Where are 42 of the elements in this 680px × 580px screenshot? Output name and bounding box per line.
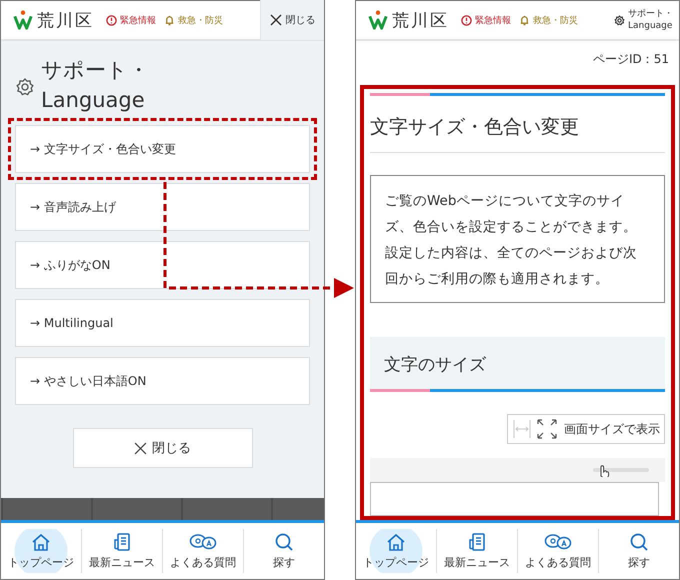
- logo-text[interactable]: 荒川区: [37, 8, 94, 32]
- speech-bubbles-icon: [189, 532, 217, 552]
- home-icon: [31, 532, 51, 552]
- gear-icon: [15, 77, 35, 97]
- logo-icon: [368, 10, 388, 30]
- header-link[interactable]: 緊急情報: [461, 14, 511, 26]
- menu-title: サポート・ Language: [41, 57, 149, 114]
- bell-icon: [164, 14, 175, 26]
- hand-pointer-icon: [591, 463, 651, 477]
- newspaper-icon: [112, 532, 132, 552]
- fit-screen-button[interactable]: 画面サイズで表示: [507, 414, 665, 444]
- search-icon: [274, 532, 294, 552]
- section-heading: 文字のサイズ: [370, 337, 665, 389]
- menu-item[interactable]: → 文字サイズ・色合い変更: [8, 118, 317, 180]
- nav-tab[interactable]: 最新ニュース: [437, 529, 518, 573]
- close-button[interactable]: 閉じる: [72, 428, 252, 468]
- header-link[interactable]: 緊急情報: [106, 14, 156, 26]
- close-tab[interactable]: 閉じる: [260, 0, 324, 40]
- logo-text[interactable]: 荒川区: [392, 8, 449, 32]
- alert-icon: [106, 14, 117, 26]
- logo-icon: [13, 10, 33, 30]
- speech-bubbles-icon: [544, 532, 572, 552]
- nav-tab[interactable]: 探す: [599, 529, 679, 573]
- header-link[interactable]: 救急・防災: [519, 14, 578, 26]
- nav-tab[interactable]: 最新ニュース: [82, 529, 163, 573]
- home-icon: [386, 532, 406, 552]
- page-id: ページID：51: [592, 51, 670, 68]
- search-icon: [629, 532, 649, 552]
- bell-icon: [519, 14, 530, 26]
- support-link[interactable]: サポート・ Language: [614, 8, 679, 32]
- nav-tab[interactable]: よくある質問: [163, 529, 244, 573]
- newspaper-icon: [467, 532, 487, 552]
- intro-text: ご覧のWebページについて文字のサイズ、色合いを設定することができます。設定した内容は、全てのページおよび次回からご利用の際も適用されます。: [385, 192, 638, 289]
- alert-icon: [461, 14, 472, 26]
- close-icon: [134, 442, 147, 454]
- nav-tab[interactable]: よくある質問: [518, 529, 599, 573]
- close-icon: [270, 14, 282, 26]
- header-link[interactable]: 救急・防災: [164, 14, 223, 26]
- nav-tab[interactable]: 探す: [244, 529, 324, 573]
- gear-icon: [614, 14, 625, 26]
- expand-icon: [512, 418, 558, 440]
- page-title: 文字サイズ・色合い変更: [370, 96, 665, 153]
